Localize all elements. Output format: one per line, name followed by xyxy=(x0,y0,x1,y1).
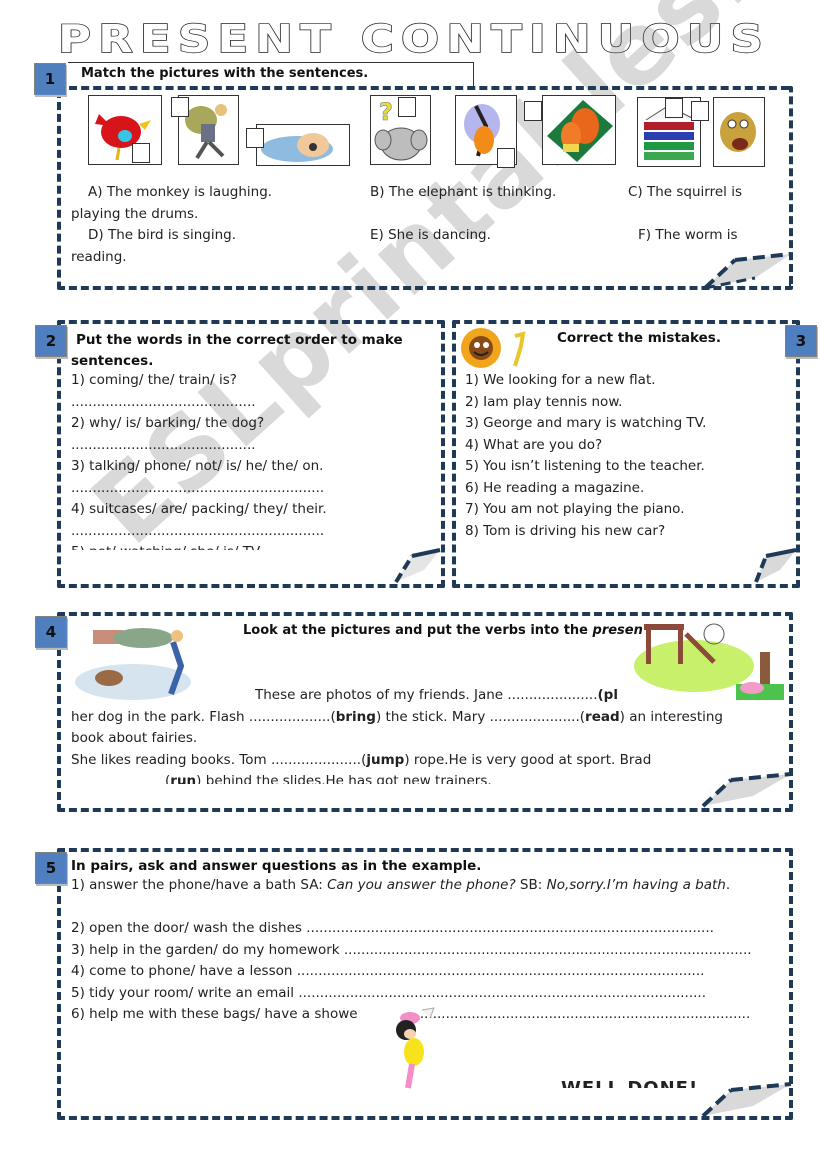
mistake-item: 4) What are you do? xyxy=(465,436,603,453)
worksheet-title: PRESENT CONTINUOUS xyxy=(58,18,770,58)
answer-line[interactable]: ........................................… xyxy=(344,942,751,958)
mistake-item: 6) He reading a magazine. xyxy=(465,479,645,496)
reorder-item: 3) talking/ phone/ not/ is/ he/ the/ on. xyxy=(71,458,324,474)
squirrel-picture xyxy=(542,95,616,165)
exercise-2-items: 1) coming/ the/ train/ is? .............… xyxy=(71,370,431,550)
gap-play[interactable]: ..................... xyxy=(507,687,597,703)
sentence-f-end: reading. xyxy=(71,248,127,264)
answer-line[interactable]: ........................................… xyxy=(71,521,431,543)
exercise-5-heading: In pairs, ask and answer questions as in… xyxy=(71,858,482,874)
answer-box[interactable] xyxy=(132,143,150,163)
exercise-5-number-badge: 5 xyxy=(35,852,67,884)
mistake-item: 7) You am not playing the piano. xyxy=(465,501,685,517)
exercise-4-text: These are photos of my friends. Jane ...… xyxy=(71,685,791,784)
mistake-item: 8) Tom is driving his new car? xyxy=(465,522,666,539)
answer-line[interactable]: ........................................… xyxy=(71,435,431,457)
gap-jump[interactable]: ..................... xyxy=(271,752,361,768)
answer-box[interactable] xyxy=(497,148,515,168)
exercise-2-number-badge: 2 xyxy=(35,325,67,357)
answer-line[interactable]: ........................................… xyxy=(71,478,431,500)
sentence-a: A) The monkey is laughing. xyxy=(88,184,273,200)
story-line-2: her dog in the park. Flash .............… xyxy=(71,708,724,725)
exercise-3-heading: Correct the mistakes. xyxy=(557,330,721,346)
answer-box[interactable] xyxy=(171,97,189,117)
answer-line[interactable]: ........................................… xyxy=(306,920,714,936)
pair-question-item: 5) tidy your room/ write an email ......… xyxy=(71,984,707,1001)
exercise-4-heading: Look at the pictures and put the verbs i… xyxy=(243,623,643,638)
reorder-item: 4) suitcases/ are/ packing/ they/ their. xyxy=(71,501,327,517)
minnie-mouse-picture xyxy=(396,1007,435,1089)
answer-box[interactable] xyxy=(246,128,264,148)
worksheet-title-text: PRESENT CONTINUOUS xyxy=(58,18,770,58)
answer-line[interactable]: ........................................… xyxy=(71,392,431,414)
exercise-1-heading: Match the pictures with the sentences. xyxy=(81,66,369,81)
reorder-item: 1) coming/ the/ train/ is? xyxy=(71,372,237,388)
story-line-3: book about fairies. xyxy=(71,730,198,746)
sentence-c-end: playing the drums. xyxy=(71,205,199,222)
exercise-3-number-badge: 3 xyxy=(785,325,817,357)
gap-bring[interactable]: ................... xyxy=(249,709,331,725)
story-line-4: She likes reading books. Tom ...........… xyxy=(71,751,652,768)
svg-text:?: ? xyxy=(379,98,393,126)
pair-question-item: 4) come to phone/ have a lesson ........… xyxy=(71,963,705,979)
sentence-c-start: C) The squirrel is xyxy=(628,184,742,200)
reorder-item: 2) why/ is/ barking/ the dog? xyxy=(71,415,265,431)
answer-box[interactable] xyxy=(524,101,542,121)
pair-question-item: 3) help in the garden/ do my homework ..… xyxy=(71,941,751,958)
page-curl-icon xyxy=(394,548,441,584)
mistake-item: 3) George and mary is watching TV. xyxy=(465,415,707,431)
sentence-e: E) She is dancing. xyxy=(370,227,491,243)
exercise-4-number-badge: 4 xyxy=(35,616,67,648)
well-done-text: WELL DONE! xyxy=(561,1076,698,1088)
mistake-item: 1) We looking for a new flat. xyxy=(465,372,656,388)
mistake-item: 5) You isn’t listening to the teacher. xyxy=(465,458,705,474)
answer-line[interactable]: ........................................… xyxy=(298,985,706,1001)
exercise-2-heading: Put the words in the correct order to ma… xyxy=(71,330,403,372)
gap-read[interactable]: ..................... xyxy=(490,709,580,725)
answer-line[interactable]: ........................................… xyxy=(297,963,705,979)
exercise-2-heading-line-1: Put the words in the correct order to ma… xyxy=(76,332,403,348)
sentence-b: B) The elephant is thinking. xyxy=(370,184,557,200)
mistake-item: 2) Iam play tennis now. xyxy=(465,393,623,410)
exercise-1-sentences: A) The monkey is laughing. B) The elephan… xyxy=(71,182,771,264)
story-line-5: (run) behind the slides.He has got new t… xyxy=(165,773,492,784)
monkey-picture xyxy=(713,97,765,167)
exercise-3-items: 1) We looking for a new flat. 2) Iam pla… xyxy=(465,370,785,542)
sentence-d: D) The bird is singing. xyxy=(88,227,237,243)
exercise-5-example: 1) answer the phone/have a bath SA: Can … xyxy=(71,877,731,893)
answer-box[interactable] xyxy=(398,97,416,117)
page-curl-icon xyxy=(754,548,797,583)
page-curl-icon xyxy=(701,772,792,808)
pair-question-item: 2) open the door/ wash the dishes ......… xyxy=(71,920,714,936)
story-line-1: These are photos of my friends. Jane ...… xyxy=(255,687,618,703)
reorder-item: 5) not/ watching/ she/ is/ TV. xyxy=(71,542,431,550)
exercise-1-number-badge: 1 xyxy=(34,63,66,95)
page-curl-icon xyxy=(703,252,792,290)
exercise-2-heading-line-2: sentences. xyxy=(71,353,154,369)
page-curl-icon xyxy=(701,1082,792,1118)
sunflower-icon xyxy=(461,328,526,368)
answer-box[interactable] xyxy=(665,98,683,118)
answer-line[interactable]: ........................................… xyxy=(416,1006,751,1022)
sentence-f-start: F) The worm is xyxy=(638,227,738,243)
bird-picture xyxy=(88,95,162,165)
sleeping-man-picture xyxy=(256,124,350,166)
answer-box[interactable] xyxy=(691,101,709,121)
